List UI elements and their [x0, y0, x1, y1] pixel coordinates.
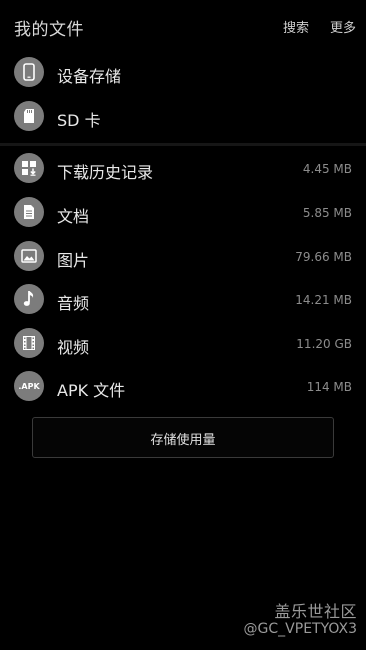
video-item[interactable]: 视频 11.20 GB [0, 321, 366, 365]
watermark-community: 盖乐世社区 [274, 602, 357, 621]
search-button[interactable]: 搜索 [283, 17, 309, 36]
download-history-icon [14, 153, 44, 183]
download-history-item[interactable]: 下载历史记录 4.45 MB [0, 146, 366, 190]
audio-size: 14.21 MB [295, 293, 352, 307]
download-history-label: 下载历史记录 [57, 163, 154, 182]
video-label: 视频 [57, 338, 90, 357]
sd-card-item[interactable]: SD 卡 [0, 94, 366, 138]
apk-icon: .APK [14, 371, 44, 401]
phone-icon [14, 57, 44, 87]
device-storage-label: 设备存储 [57, 67, 122, 86]
video-icon [14, 328, 44, 358]
sd-card-label: SD 卡 [57, 111, 101, 130]
images-size: 79.66 MB [295, 250, 352, 264]
apk-files-label: APK 文件 [57, 381, 126, 400]
storage-usage-label: 存储使用量 [150, 433, 216, 448]
apk-files-size: 114 MB [306, 380, 352, 394]
audio-item[interactable]: 音频 14.21 MB [0, 277, 366, 321]
music-note-icon [14, 284, 44, 314]
audio-label: 音频 [57, 294, 90, 313]
more-button[interactable]: 更多 [330, 17, 356, 36]
video-size: 11.20 GB [296, 337, 352, 351]
images-label: 图片 [57, 251, 90, 270]
documents-size: 5.85 MB [302, 206, 352, 220]
image-icon [14, 241, 44, 271]
device-storage-item[interactable]: 设备存储 [0, 50, 366, 94]
documents-item[interactable]: 文档 5.85 MB [0, 190, 366, 234]
sd-card-icon [14, 101, 44, 131]
watermark-user: @GC_VPETYOX3 [243, 621, 357, 637]
images-item[interactable]: 图片 79.66 MB [0, 234, 366, 278]
app-header: 我的文件 搜索 更多 [0, 0, 366, 50]
document-icon [14, 197, 44, 227]
apk-files-item[interactable]: .APK APK 文件 114 MB [0, 364, 366, 408]
documents-label: 文档 [57, 207, 90, 226]
download-history-size: 4.45 MB [302, 162, 352, 176]
page-title: 我的文件 [14, 20, 84, 40]
apk-icon-text: .APK [18, 381, 40, 391]
storage-usage-button[interactable]: 存储使用量 [32, 417, 334, 458]
